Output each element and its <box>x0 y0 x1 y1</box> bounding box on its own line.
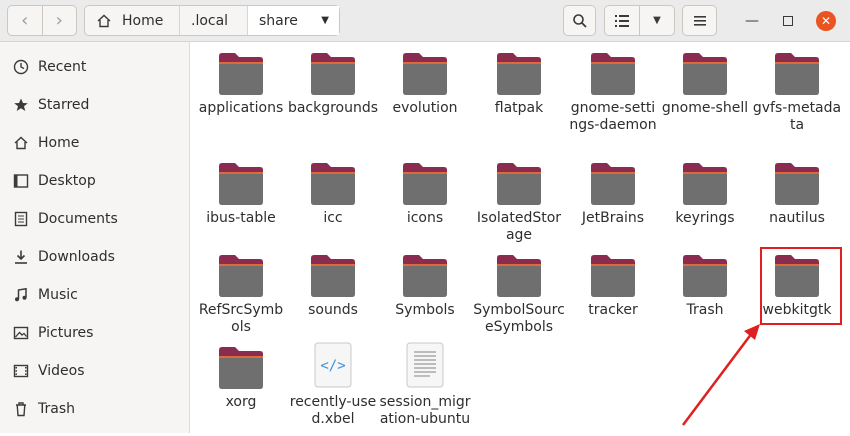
annotation-arrow <box>682 324 760 426</box>
